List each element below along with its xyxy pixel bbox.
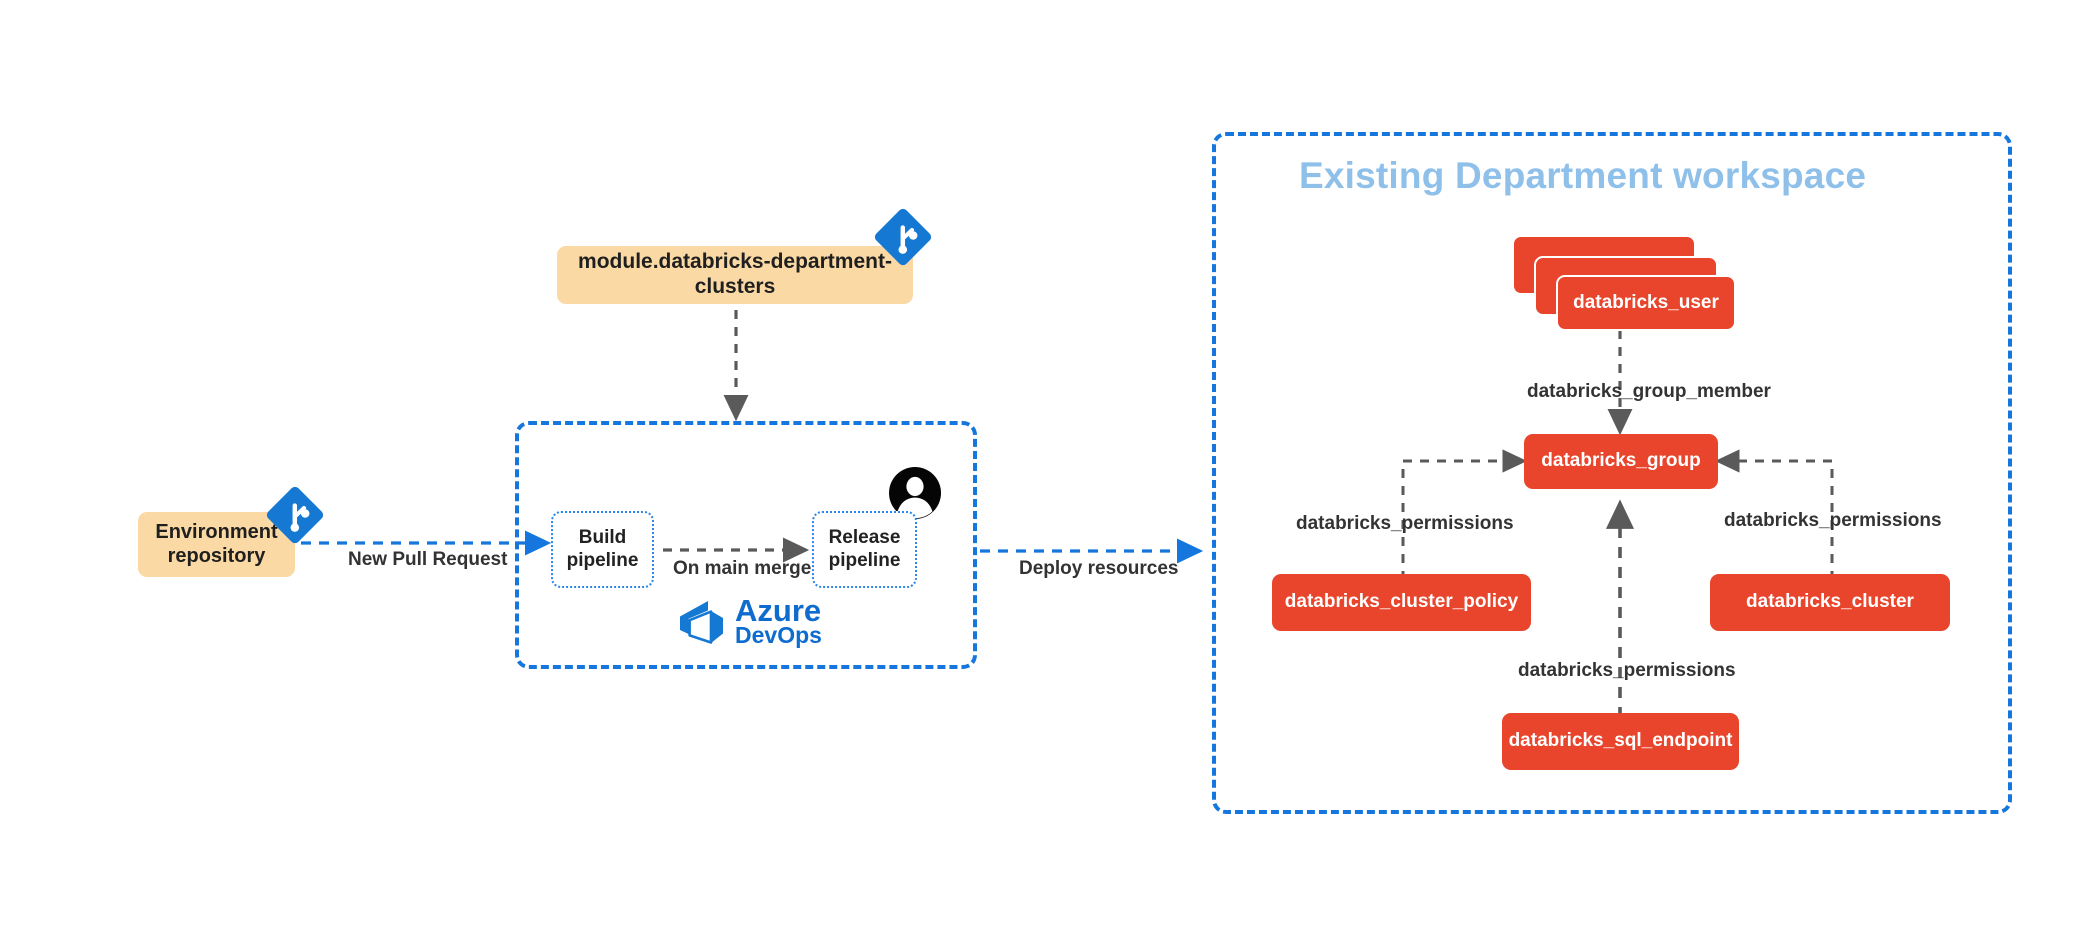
build-pipeline-node[interactable]: Build pipeline bbox=[551, 511, 654, 588]
env-repo-label-line2: repository bbox=[167, 544, 266, 567]
edge-label-permissions-bottom: databricks_permissions bbox=[1518, 660, 1736, 681]
edge-label-permissions-left: databricks_permissions bbox=[1296, 513, 1514, 534]
databricks-sql-endpoint-label: databricks_sql_endpoint bbox=[1508, 730, 1733, 752]
release-pipeline-node[interactable]: Release pipeline bbox=[812, 511, 917, 588]
build-pipeline-label-line1: Build bbox=[578, 527, 627, 549]
module-label: module.databricks-department-clusters bbox=[578, 250, 892, 298]
databricks-cluster-policy-node[interactable]: databricks_cluster_policy bbox=[1272, 574, 1531, 631]
devops-word: DevOps bbox=[735, 622, 822, 649]
env-repo-label-line1: Environment bbox=[155, 520, 278, 543]
databricks-sql-endpoint-node[interactable]: databricks_sql_endpoint bbox=[1502, 713, 1739, 770]
build-pipeline-label-line2: pipeline bbox=[566, 549, 639, 571]
edge-label-on-main-merge: On main merge bbox=[673, 558, 812, 579]
diagram-canvas: Environment repository module.databricks… bbox=[0, 0, 2084, 948]
azure-word: Azure bbox=[735, 593, 822, 628]
workspace-title: Existing Department workspace bbox=[1299, 155, 1867, 196]
release-pipeline-label-line2: pipeline bbox=[828, 549, 901, 571]
edge-label-group-member: databricks_group_member bbox=[1527, 381, 1771, 402]
edge-label-deploy-resources: Deploy resources bbox=[1019, 558, 1179, 579]
edge-label-new-pull-request: New Pull Request bbox=[348, 549, 508, 570]
databricks-cluster-node[interactable]: databricks_cluster bbox=[1710, 574, 1950, 631]
databricks-user-label: databricks_user bbox=[1573, 291, 1719, 313]
git-icon-repository bbox=[264, 484, 326, 546]
azure-devops-wordmark-text: Azure DevOps bbox=[735, 593, 822, 649]
azure-devops-logo: Azure DevOps bbox=[676, 593, 822, 649]
databricks-cluster-policy-label: databricks_cluster_policy bbox=[1284, 591, 1519, 613]
databricks-group-node[interactable]: databricks_group bbox=[1524, 434, 1718, 489]
azure-devops-mark bbox=[680, 600, 723, 644]
edge-label-permissions-right: databricks_permissions bbox=[1724, 510, 1942, 531]
databricks-user-node[interactable]: databricks_user bbox=[1556, 275, 1736, 331]
databricks-cluster-label: databricks_cluster bbox=[1746, 591, 1914, 613]
databricks-group-label: databricks_group bbox=[1541, 450, 1701, 472]
git-icon-module bbox=[872, 206, 934, 268]
release-pipeline-label-line1: Release bbox=[828, 527, 901, 549]
module-node[interactable]: module.databricks-department-clusters bbox=[557, 246, 913, 304]
